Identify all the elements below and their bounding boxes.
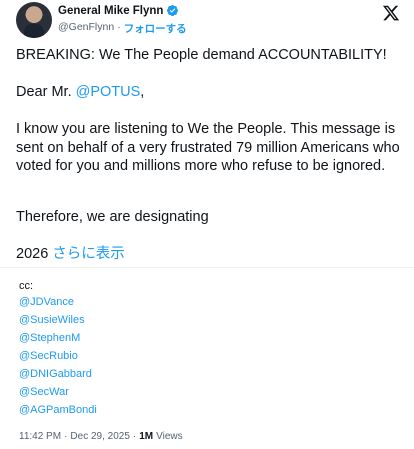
mention-link[interactable]: @DNIGabbard (19, 365, 92, 383)
handle-row: @GenFlynn · フォローする (58, 21, 187, 36)
post-meta: 11:42 PM · Dec 29, 2025 · 1M Views (19, 431, 183, 442)
verified-badge-icon (167, 4, 179, 17)
mention-link[interactable]: @SecRubio (19, 347, 78, 365)
handle[interactable]: @GenFlynn (58, 21, 114, 36)
post-time[interactable]: 11:42 PM (19, 431, 61, 442)
tweet-card: General Mike Flynn @GenFlynn · フォローする BR… (0, 0, 414, 267)
meta-separator: · (64, 431, 68, 442)
tweet-greeting: Dear Mr. @POTUS, (16, 83, 406, 102)
show-more-link[interactable]: さらに表示 (52, 246, 125, 262)
mention-potus-link[interactable]: @POTUS (76, 84, 141, 100)
mention-link[interactable]: @SecWar (19, 383, 69, 401)
views-label: Views (156, 431, 183, 442)
avatar[interactable] (16, 2, 52, 38)
tweet-line-designating: Therefore, we are designating (16, 209, 209, 225)
tweet-paragraph: I know you are listening to We the Peopl… (16, 121, 400, 174)
handle-separator: · (117, 21, 121, 33)
views-count: 1M (139, 431, 154, 442)
mention-link[interactable]: @JDVance (19, 293, 74, 311)
x-logo-icon[interactable] (382, 4, 400, 22)
tweet-line-breaking: BREAKING: We The People demand ACCOUNTAB… (16, 47, 387, 63)
meta-separator: · (132, 431, 137, 442)
greeting-prefix: Dear Mr. (16, 84, 76, 100)
display-name[interactable]: General Mike Flynn (58, 5, 163, 17)
greeting-suffix: , (140, 84, 145, 100)
mention-link[interactable]: @AGPamBondi (19, 401, 97, 419)
mention-link[interactable]: @SusieWiles (19, 311, 85, 329)
author-name-row: General Mike Flynn (58, 4, 179, 17)
post-date[interactable]: Dec 29, 2025 (70, 431, 130, 442)
mention-link[interactable]: @StephenM (19, 329, 80, 347)
year-text: 2026 (16, 246, 53, 262)
tweet-line-year: 2026 さらに表示 (16, 245, 406, 264)
follow-button[interactable]: フォローする (124, 21, 187, 36)
